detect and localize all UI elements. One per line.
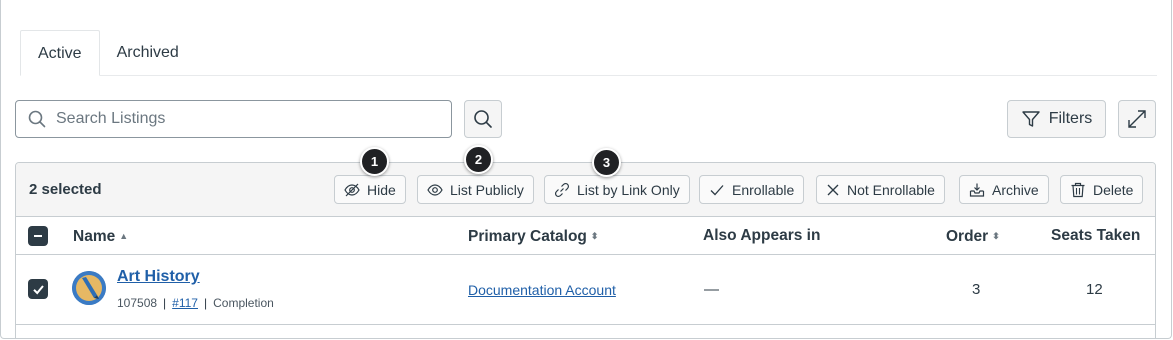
checkmark-icon (710, 184, 724, 195)
enrollable-label: Enrollable (732, 181, 795, 198)
course-meta: 107508 | #117 | Completion (117, 296, 274, 310)
course-number-link[interactable]: #117 (172, 296, 198, 310)
archive-label: Archive (992, 181, 1039, 198)
column-order-label: Order (946, 228, 989, 245)
tab-active[interactable]: Active (20, 30, 100, 76)
list-by-link-label: List by Link Only (577, 181, 680, 198)
column-header-also-appears: Also Appears in (703, 217, 820, 255)
column-header-name[interactable]: Name ▲ (73, 217, 128, 256)
eye-icon (427, 183, 443, 196)
column-header-seats-taken: Seats Taken (1051, 217, 1140, 255)
tab-bar: Active Archived (20, 30, 196, 76)
checkmark-icon (32, 284, 44, 294)
expand-button[interactable] (1118, 100, 1156, 138)
list-publicly-button[interactable]: List Publicly (417, 175, 534, 204)
column-seats-taken-label: Seats Taken (1051, 227, 1141, 244)
row-checkbox[interactable] (28, 279, 48, 299)
search-icon (28, 110, 46, 128)
bulk-action-bar: 2 selected Hide List Publicly List by Li… (16, 163, 1155, 217)
order-cell: 3 (972, 281, 981, 298)
also-appears-cell: — (704, 281, 719, 298)
table-header-row: Name ▲ Primary Catalog ⬍ Also Appears in O… (16, 217, 1155, 255)
not-enrollable-button[interactable]: Not Enrollable (816, 175, 945, 204)
course-name-link[interactable]: Art History (117, 268, 200, 286)
meta-separator: | (203, 296, 208, 310)
column-header-primary-catalog[interactable]: Primary Catalog ⬍ (468, 217, 598, 256)
selected-count: 2 selected (29, 181, 102, 198)
listings-table: 2 selected Hide List Publicly List by Li… (15, 162, 1156, 338)
primary-catalog-link[interactable]: Documentation Account (468, 282, 616, 298)
search-button[interactable] (464, 100, 502, 138)
callout-badge-1: 1 (360, 147, 389, 176)
list-by-link-button[interactable]: List by Link Only (544, 175, 690, 204)
delete-button[interactable]: Delete (1060, 175, 1144, 204)
column-also-appears-label: Also Appears in (703, 227, 821, 244)
sort-icon: ⬍ (992, 231, 1000, 241)
list-publicly-label: List Publicly (450, 181, 524, 198)
expand-icon (1128, 110, 1146, 128)
filters-button[interactable]: Filters (1007, 100, 1106, 138)
filter-icon (1022, 111, 1040, 127)
archive-icon (969, 183, 985, 197)
seats-taken-cell: 12 (1086, 281, 1103, 298)
course-thumbnail (72, 271, 106, 305)
hide-button[interactable]: Hide (334, 175, 406, 204)
eye-slash-icon (344, 183, 360, 196)
primary-catalog-cell: Documentation Account (468, 255, 616, 326)
course-type: Completion (213, 296, 274, 310)
archive-button[interactable]: Archive (959, 175, 1049, 204)
sort-icon: ⬍ (590, 231, 599, 241)
x-icon (827, 184, 839, 195)
not-enrollable-label: Not Enrollable (847, 181, 935, 198)
filters-label: Filters (1048, 110, 1093, 127)
column-primary-catalog-label: Primary Catalog (468, 228, 587, 245)
course-id: 107508 (117, 296, 158, 310)
listings-panel: Active Archived Filters 2 selected (0, 0, 1172, 339)
sort-ascending-icon: ▲ (119, 231, 129, 241)
minus-icon (34, 235, 42, 237)
tab-archived[interactable]: Archived (100, 30, 196, 76)
meta-separator: | (163, 296, 167, 310)
search-icon (474, 110, 492, 128)
search-box (15, 100, 452, 138)
callout-badge-2: 2 (464, 145, 493, 174)
table-row: Art History 107508 | #117 | Completion Docum… (16, 255, 1155, 325)
select-all-checkbox[interactable] (28, 226, 48, 246)
enrollable-button[interactable]: Enrollable (699, 175, 805, 204)
art-brush-icon (72, 271, 106, 305)
column-name-label: Name (73, 228, 116, 245)
trash-icon (1071, 182, 1085, 197)
callout-badge-3: 3 (592, 148, 621, 177)
column-header-order[interactable]: Order ⬍ (946, 217, 1000, 256)
search-input[interactable] (56, 110, 436, 128)
delete-label: Delete (1093, 181, 1134, 198)
hide-label: Hide (367, 181, 396, 198)
link-icon (554, 182, 570, 197)
